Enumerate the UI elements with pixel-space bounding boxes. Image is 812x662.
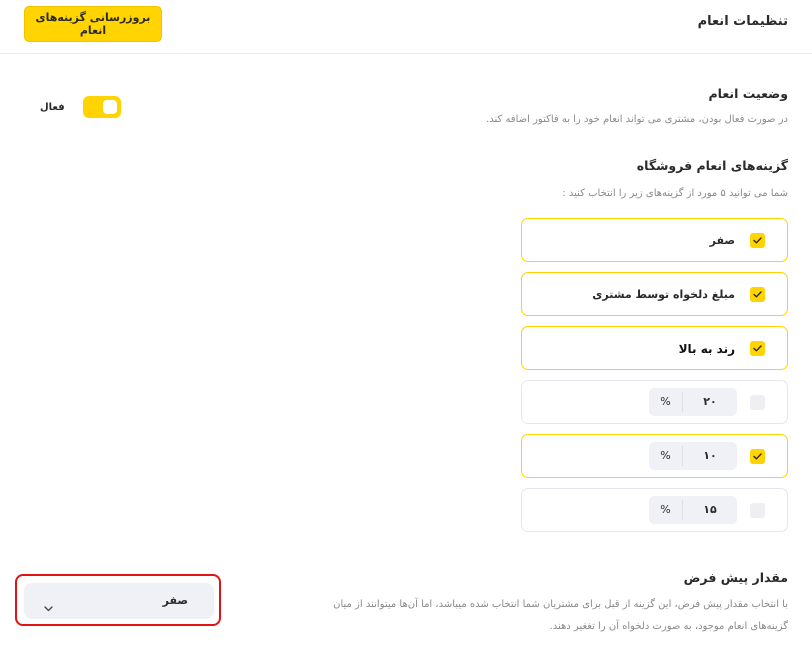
default-amount-description-line1: با انتخاب مقدار پیش فرض، این گزینه از قب… <box>333 599 788 610</box>
tip-status-toggle[interactable] <box>82 96 121 118</box>
default-amount-description-line2: گزینه‌های انعام موجود، به صورت دلخواه آن… <box>549 621 788 632</box>
default-amount-select[interactable]: صفر <box>24 583 214 619</box>
store-options-title: گزینه‌های انعام فروشگاه <box>636 158 788 173</box>
page-title: تنظیمات انعام <box>697 14 788 29</box>
checkbox-checked-icon[interactable] <box>750 341 765 356</box>
toggle-knob <box>102 100 117 114</box>
percent-value[interactable]: ۱۵ <box>683 496 737 524</box>
tip-option-label: صفر <box>709 234 735 247</box>
update-tip-options-button[interactable]: بروزرسانی گزینه‌های انعام <box>24 6 162 42</box>
percent-sign: % <box>660 395 671 408</box>
tip-option-percent-10[interactable]: ۱۰ % <box>521 434 788 478</box>
checkbox-checked-icon[interactable] <box>750 449 765 464</box>
divider <box>682 446 683 466</box>
tip-option-label: رند به بالا <box>678 342 735 356</box>
checkbox-checked-icon[interactable] <box>750 287 765 302</box>
tip-status-control: فعال <box>40 96 121 118</box>
percent-field[interactable]: ۱۰ % <box>649 442 737 470</box>
percent-field[interactable]: ۱۵ % <box>649 496 737 524</box>
percent-field[interactable]: ۲۰ % <box>649 388 737 416</box>
tip-option-percent-20[interactable]: ۲۰ % <box>521 380 788 424</box>
divider <box>682 392 683 412</box>
selected-value: صفر <box>162 594 188 607</box>
default-amount-title: مقدار پیش فرض <box>683 570 788 585</box>
store-options-description: شما می توانید ۵ مورد از گزینه‌های زیر را… <box>562 188 788 199</box>
top-header: تنظیمات انعام بروزرسانی گزینه‌های انعام <box>0 0 812 54</box>
checkbox-checked-icon[interactable] <box>750 233 765 248</box>
tip-option-label: مبلغ دلخواه توسط مشتری <box>592 288 735 301</box>
divider <box>682 500 683 520</box>
tip-option-round-up[interactable]: رند به بالا <box>521 326 788 370</box>
tip-option-percent-15[interactable]: ۱۵ % <box>521 488 788 532</box>
tip-status-description: در صورت فعال بودن، مشتری می تواند انعام … <box>486 114 788 125</box>
toggle-label: فعال <box>40 101 65 113</box>
tip-status-title: وضعیت انعام <box>708 86 788 101</box>
checkbox-unchecked-icon[interactable] <box>750 503 765 518</box>
tip-option-custom-amount[interactable]: مبلغ دلخواه توسط مشتری <box>521 272 788 316</box>
percent-value[interactable]: ۱۰ <box>683 442 737 470</box>
percent-sign: % <box>660 503 671 516</box>
chevron-down-icon <box>44 597 53 616</box>
percent-value[interactable]: ۲۰ <box>683 388 737 416</box>
tip-option-zero[interactable]: صفر <box>521 218 788 262</box>
percent-sign: % <box>660 449 671 462</box>
checkbox-unchecked-icon[interactable] <box>750 395 765 410</box>
